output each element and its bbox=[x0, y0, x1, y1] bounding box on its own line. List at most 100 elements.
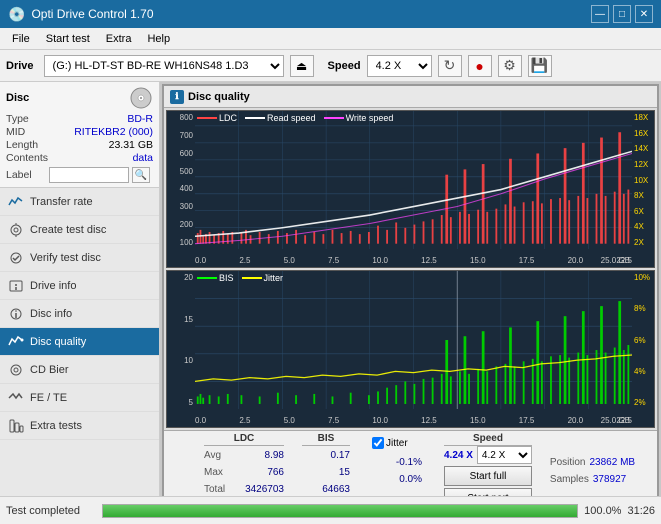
stats-avg-jitter: -0.1% bbox=[372, 457, 422, 468]
jitter-checkbox-row: Jitter bbox=[372, 433, 422, 453]
disc-type-key: Type bbox=[6, 113, 29, 125]
bis-chart-legend: BIS Jitter bbox=[197, 273, 283, 283]
menu-bar: File Start test Extra Help bbox=[0, 28, 661, 50]
disc-type-value: BD-R bbox=[127, 113, 153, 125]
title-bar-controls: — □ ✕ bbox=[591, 5, 653, 23]
stats-speed-value-row: 4.24 X 4.2 X bbox=[444, 447, 532, 463]
stats-avg-bis: 0.17 bbox=[302, 450, 350, 461]
title-bar-left: 💿 Opti Drive Control 1.70 bbox=[8, 6, 154, 23]
disc-mid-row: MID RITEKBR2 (000) bbox=[6, 126, 153, 138]
stats-avg-label: Avg bbox=[204, 450, 236, 461]
disc-quality-title: Disc quality bbox=[188, 91, 250, 103]
charts-area: LDC Read speed Write speed 80070 bbox=[164, 108, 657, 430]
ldc-x-unit: 25.0 GB bbox=[601, 256, 630, 265]
disc-contents-value: data bbox=[133, 152, 153, 164]
stats-bis-max-row: 15 bbox=[302, 464, 350, 480]
legend-read-speed: Read speed bbox=[245, 113, 316, 123]
extra-tests-icon bbox=[8, 419, 24, 433]
stats-ldc-avg-row: Avg 8.98 bbox=[204, 447, 284, 463]
stats-jitter-max-row: 0.0% bbox=[372, 471, 422, 487]
legend-bis: BIS bbox=[197, 273, 234, 283]
speed-select[interactable]: 4.2 X bbox=[367, 55, 432, 77]
bis-x-labels: 0.02.55.07.510.012.515.017.520.022.5 bbox=[195, 416, 632, 425]
nav-disc-info-label: Disc info bbox=[30, 308, 72, 320]
eject-button[interactable]: ⏏ bbox=[290, 55, 314, 77]
stats-total-ldc: 3426703 bbox=[236, 484, 284, 495]
settings-button[interactable]: ⚙ bbox=[498, 55, 522, 77]
maximize-button[interactable]: □ bbox=[613, 5, 631, 23]
stats-max-ldc: 766 bbox=[236, 467, 284, 478]
disc-image-icon bbox=[129, 86, 153, 110]
disc-panel: Disc Type BD-R MID RITEKBR2 (000) Lengt bbox=[0, 82, 159, 188]
start-full-button[interactable]: Start full bbox=[444, 466, 532, 486]
disc-mid-value: RITEKBR2 (000) bbox=[74, 126, 153, 138]
bis-chart: BIS Jitter 2015105 10%8%6%4%2% bbox=[166, 270, 655, 428]
drive-info-icon bbox=[8, 279, 24, 293]
disc-type-row: Type BD-R bbox=[6, 113, 153, 125]
disc-length-value: 23.31 GB bbox=[109, 139, 153, 151]
ldc-chart: LDC Read speed Write speed 80070 bbox=[166, 110, 655, 268]
progress-percent: 100.0% bbox=[584, 505, 621, 517]
disc-label-row: Label 🔍 bbox=[6, 167, 153, 183]
disc-mid-key: MID bbox=[6, 126, 25, 138]
ldc-x-labels: 0.02.55.07.510.012.515.017.520.022.5 bbox=[195, 256, 632, 265]
nav-disc-quality[interactable]: Disc quality bbox=[0, 328, 159, 356]
position-label: Position bbox=[550, 457, 586, 468]
disc-quality-header-icon: ℹ bbox=[170, 90, 184, 104]
burn-button[interactable]: ● bbox=[468, 55, 492, 77]
stats-speed-select[interactable]: 4.2 X bbox=[477, 446, 532, 464]
speed-label: Speed bbox=[328, 60, 361, 72]
menu-extra[interactable]: Extra bbox=[98, 31, 140, 47]
nav-create-test-disc[interactable]: Create test disc bbox=[0, 216, 159, 244]
jitter-label: Jitter bbox=[386, 438, 408, 449]
jitter-checkbox[interactable] bbox=[372, 437, 384, 449]
stats-jitter-avg-row: -0.1% bbox=[372, 454, 422, 470]
nav-drive-info[interactable]: Drive info bbox=[0, 272, 159, 300]
menu-file[interactable]: File bbox=[4, 31, 38, 47]
close-button[interactable]: ✕ bbox=[635, 5, 653, 23]
nav-create-test-disc-label: Create test disc bbox=[30, 224, 106, 236]
legend-write-speed: Write speed bbox=[324, 113, 394, 123]
disc-length-row: Length 23.31 GB bbox=[6, 139, 153, 151]
nav-cd-bier[interactable]: CD Bier bbox=[0, 356, 159, 384]
stats-speed-header: Speed bbox=[444, 433, 532, 446]
save-button[interactable]: 💾 bbox=[528, 55, 552, 77]
app-title: Opti Drive Control 1.70 bbox=[31, 7, 153, 21]
progress-time: 31:26 bbox=[627, 505, 655, 517]
nav-transfer-rate[interactable]: Transfer rate bbox=[0, 188, 159, 216]
disc-label-input[interactable] bbox=[49, 167, 129, 183]
stats-max-label: Max bbox=[204, 467, 236, 478]
stats-ldc-max-row: Max 766 bbox=[204, 464, 284, 480]
main: Disc Type BD-R MID RITEKBR2 (000) Lengt bbox=[0, 82, 661, 524]
progress-bar-fill bbox=[160, 505, 577, 517]
nav-verify-test-disc[interactable]: Verify test disc bbox=[0, 244, 159, 272]
nav-cd-bier-label: CD Bier bbox=[30, 364, 69, 376]
nav-disc-info[interactable]: Disc info bbox=[0, 300, 159, 328]
cd-bier-icon bbox=[8, 363, 24, 377]
disc-panel-title: Disc bbox=[6, 92, 29, 104]
stats-max-jitter: 0.0% bbox=[372, 474, 422, 485]
menu-help[interactable]: Help bbox=[139, 31, 178, 47]
create-disc-icon bbox=[8, 223, 24, 237]
drive-select[interactable]: (G:) HL-DT-ST BD-RE WH16NS48 1.D3 bbox=[44, 55, 284, 77]
verify-disc-icon bbox=[8, 251, 24, 265]
ldc-chart-legend: LDC Read speed Write speed bbox=[197, 113, 393, 123]
stats-ldc-total-row: Total 3426703 bbox=[204, 481, 284, 497]
legend-ldc: LDC bbox=[197, 113, 237, 123]
fe-te-icon bbox=[8, 391, 24, 405]
nav-extra-tests[interactable]: Extra tests bbox=[0, 412, 159, 440]
stats-speed-value: 4.24 X bbox=[444, 450, 473, 461]
disc-contents-row: Contents data bbox=[6, 152, 153, 164]
refresh-button[interactable]: ↻ bbox=[438, 55, 462, 77]
minimize-button[interactable]: — bbox=[591, 5, 609, 23]
disc-label-button[interactable]: 🔍 bbox=[132, 167, 150, 183]
legend-jitter: Jitter bbox=[242, 273, 284, 283]
bis-x-unit: 25.0 GB bbox=[601, 416, 630, 425]
disc-length-key: Length bbox=[6, 139, 38, 151]
stats-ldc-header: LDC bbox=[204, 433, 284, 446]
menu-start-test[interactable]: Start test bbox=[38, 31, 98, 47]
nav-fe-te-label: FE / TE bbox=[30, 392, 67, 404]
stats-max-bis: 15 bbox=[302, 467, 350, 478]
nav-fe-te[interactable]: FE / TE bbox=[0, 384, 159, 412]
drive-bar: Drive (G:) HL-DT-ST BD-RE WH16NS48 1.D3 … bbox=[0, 50, 661, 82]
